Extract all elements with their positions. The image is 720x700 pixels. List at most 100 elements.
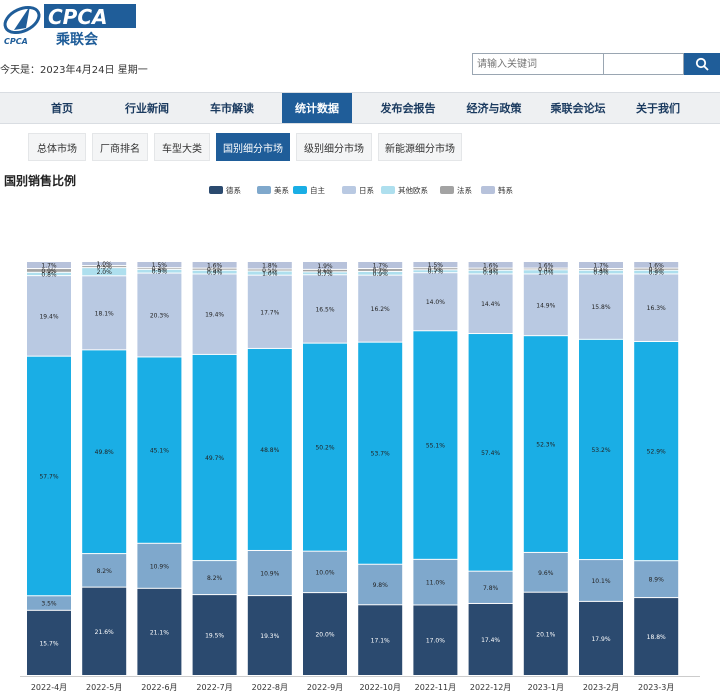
subtab-5[interactable]: 新能源细分市场 <box>378 133 462 161</box>
bar-label-11-2: 52.9% <box>647 449 666 456</box>
bar-label-2-2: 45.1% <box>150 448 169 455</box>
date-display: 今天是：2023年4月24日 星期一 <box>0 61 148 76</box>
bar-label-8-1: 7.8% <box>483 585 499 592</box>
legend-swatch-1 <box>257 186 271 194</box>
bar-label-7-6: 1.5% <box>428 262 444 269</box>
x-tick-label-6: 2022-10月 <box>359 683 400 692</box>
bar-label-6-2: 53.7% <box>371 451 390 458</box>
bar-label-6-3: 16.2% <box>371 306 390 313</box>
x-tick-label-11: 2023-3月 <box>638 683 674 692</box>
legend-swatch-2 <box>293 186 307 194</box>
bar-label-11-3: 16.3% <box>647 305 666 312</box>
nav-item-0[interactable]: 首页 <box>24 93 100 123</box>
legend-label-3: 日系 <box>359 185 374 195</box>
bar-label-0-3: 19.4% <box>39 313 58 320</box>
x-tick-label-2: 2022-6月 <box>141 683 177 692</box>
bar-label-1-0: 21.6% <box>95 629 114 636</box>
bar-group-11: 18.8%8.9%52.9%16.3%0.9%0.5%1.6% <box>634 262 679 675</box>
bar-label-9-1: 9.6% <box>538 570 554 577</box>
bar-label-0-1: 3.5% <box>41 601 57 608</box>
legend-item-2[interactable]: 自主 <box>293 185 325 195</box>
bar-label-11-1: 8.9% <box>649 577 665 584</box>
x-tick-label-9: 2023-1月 <box>528 683 564 692</box>
site-header: CPCA 乘联会 CPCA 今天是：2023年4月24日 星期一 <box>0 0 720 92</box>
bar-label-10-6: 1.7% <box>593 263 609 270</box>
nav-item-6[interactable]: 乘联会论坛 <box>536 93 620 123</box>
bar-label-0-2: 57.7% <box>39 473 58 480</box>
bar-label-1-6: 1.0% <box>97 261 113 268</box>
bar-label-4-1: 10.9% <box>260 571 279 578</box>
bar-group-4: 19.3%10.9%48.8%17.7%1.0%0.5%1.8% <box>247 262 292 675</box>
legend-item-5[interactable]: 法系 <box>440 185 472 195</box>
subtab-0[interactable]: 总体市场 <box>28 133 86 161</box>
date-prefix: 今天是： <box>0 65 40 76</box>
legend-item-6[interactable]: 韩系 <box>481 185 513 195</box>
subtab-4[interactable]: 级别细分市场 <box>296 133 372 161</box>
bar-label-3-6: 1.6% <box>207 262 223 269</box>
subtab-1[interactable]: 厂商排名 <box>92 133 148 161</box>
bar-label-5-0: 20.0% <box>315 632 334 639</box>
bar-label-2-0: 21.1% <box>150 629 169 636</box>
chart-bars: 15.7%3.5%57.7%19.4%0.8%0.9%1.7%21.6%8.2%… <box>27 261 679 675</box>
search-input-extension[interactable] <box>604 53 684 75</box>
bar-label-5-6: 1.9% <box>317 263 333 270</box>
bar-group-3: 19.5%8.2%49.7%19.4%0.9%0.5%1.6% <box>192 262 237 675</box>
bar-label-9-0: 20.1% <box>536 631 555 638</box>
bar-label-8-0: 17.4% <box>481 637 500 644</box>
legend-swatch-3 <box>342 186 356 194</box>
bar-label-1-3: 18.1% <box>95 310 114 317</box>
logo-subtext: 乘联会 <box>55 31 99 48</box>
nav-item-3[interactable]: 统计数据 <box>282 93 352 123</box>
legend-item-0[interactable]: 德系 <box>209 185 241 195</box>
search-input[interactable] <box>472 53 604 75</box>
nav-item-2[interactable]: 车市解读 <box>190 93 274 123</box>
bar-label-4-0: 19.3% <box>260 633 279 640</box>
bar-label-1-1: 8.2% <box>97 568 113 575</box>
search-icon <box>695 57 709 71</box>
chart-legend: 德系 美系 自主 日系 其他欧系 法系 韩系 <box>209 185 513 195</box>
bar-label-10-0: 17.9% <box>591 636 610 643</box>
bar-group-10: 17.9%10.1%53.2%15.8%0.9%0.4%1.7% <box>579 262 623 675</box>
bar-label-1-2: 49.8% <box>95 449 114 456</box>
nav-item-4[interactable]: 发布会报告 <box>366 93 450 123</box>
legend-swatch-4 <box>381 186 395 194</box>
bar-label-6-0: 17.1% <box>371 638 390 645</box>
bar-label-4-3: 17.7% <box>260 309 279 316</box>
bar-label-7-2: 55.1% <box>426 443 445 450</box>
bar-label-6-6: 1.7% <box>373 263 389 270</box>
bar-label-6-1: 9.8% <box>373 582 389 589</box>
bar-label-11-0: 18.8% <box>647 634 666 641</box>
bar-label-0-0: 15.7% <box>39 640 58 647</box>
x-tick-label-0: 2022-4月 <box>31 683 67 692</box>
bar-group-1: 21.6%8.2%49.8%18.1%2.0%0.5%1.0% <box>82 261 127 675</box>
date-value: 2023年4月24日 星期一 <box>40 65 148 76</box>
legend-item-1[interactable]: 美系 <box>257 185 289 195</box>
search-button[interactable] <box>684 53 720 75</box>
bar-label-3-0: 19.5% <box>205 633 224 640</box>
bar-label-10-1: 10.1% <box>591 578 610 585</box>
subtab-2[interactable]: 车型大类 <box>154 133 210 161</box>
legend-item-3[interactable]: 日系 <box>342 185 374 195</box>
nav-item-7[interactable]: 关于我们 <box>624 93 692 123</box>
main-nav: 首页 行业新闻 车市解读 统计数据 发布会报告 经济与政策 乘联会论坛 关于我们 <box>0 92 720 124</box>
legend-swatch-0 <box>209 186 223 194</box>
bar-label-3-2: 49.7% <box>205 455 224 462</box>
nav-item-1[interactable]: 行业新闻 <box>108 93 186 123</box>
legend-label-5: 法系 <box>457 185 472 195</box>
sub-tabs: 总体市场 厂商排名 车型大类 国别细分市场 级别细分市场 新能源细分市场 <box>0 133 720 163</box>
x-tick-label-7: 2022-11月 <box>415 683 456 692</box>
x-axis-ticks: 2022-4月 2022-5月 2022-6月 2022-7月 2022-8月 2022-… <box>31 683 675 692</box>
x-tick-label-1: 2022-5月 <box>86 683 122 692</box>
legend-label-2: 自主 <box>310 185 325 195</box>
bar-label-9-2: 52.3% <box>536 442 555 449</box>
nav-item-5[interactable]: 经济与政策 <box>452 93 536 123</box>
bar-group-0: 15.7%3.5%57.7%19.4%0.8%0.9%1.7% <box>27 262 71 675</box>
logo-text: CPCA <box>48 5 108 29</box>
bar-label-9-6: 1.6% <box>538 262 554 269</box>
subtab-3[interactable]: 国别细分市场 <box>216 133 290 161</box>
bar-label-10-2: 53.2% <box>591 447 610 454</box>
cpca-logo[interactable]: CPCA 乘联会 CPCA <box>0 0 140 48</box>
bar-label-5-3: 16.5% <box>315 306 334 313</box>
legend-item-4[interactable]: 其他欧系 <box>381 185 428 195</box>
x-tick-label-4: 2022-8月 <box>252 683 288 692</box>
